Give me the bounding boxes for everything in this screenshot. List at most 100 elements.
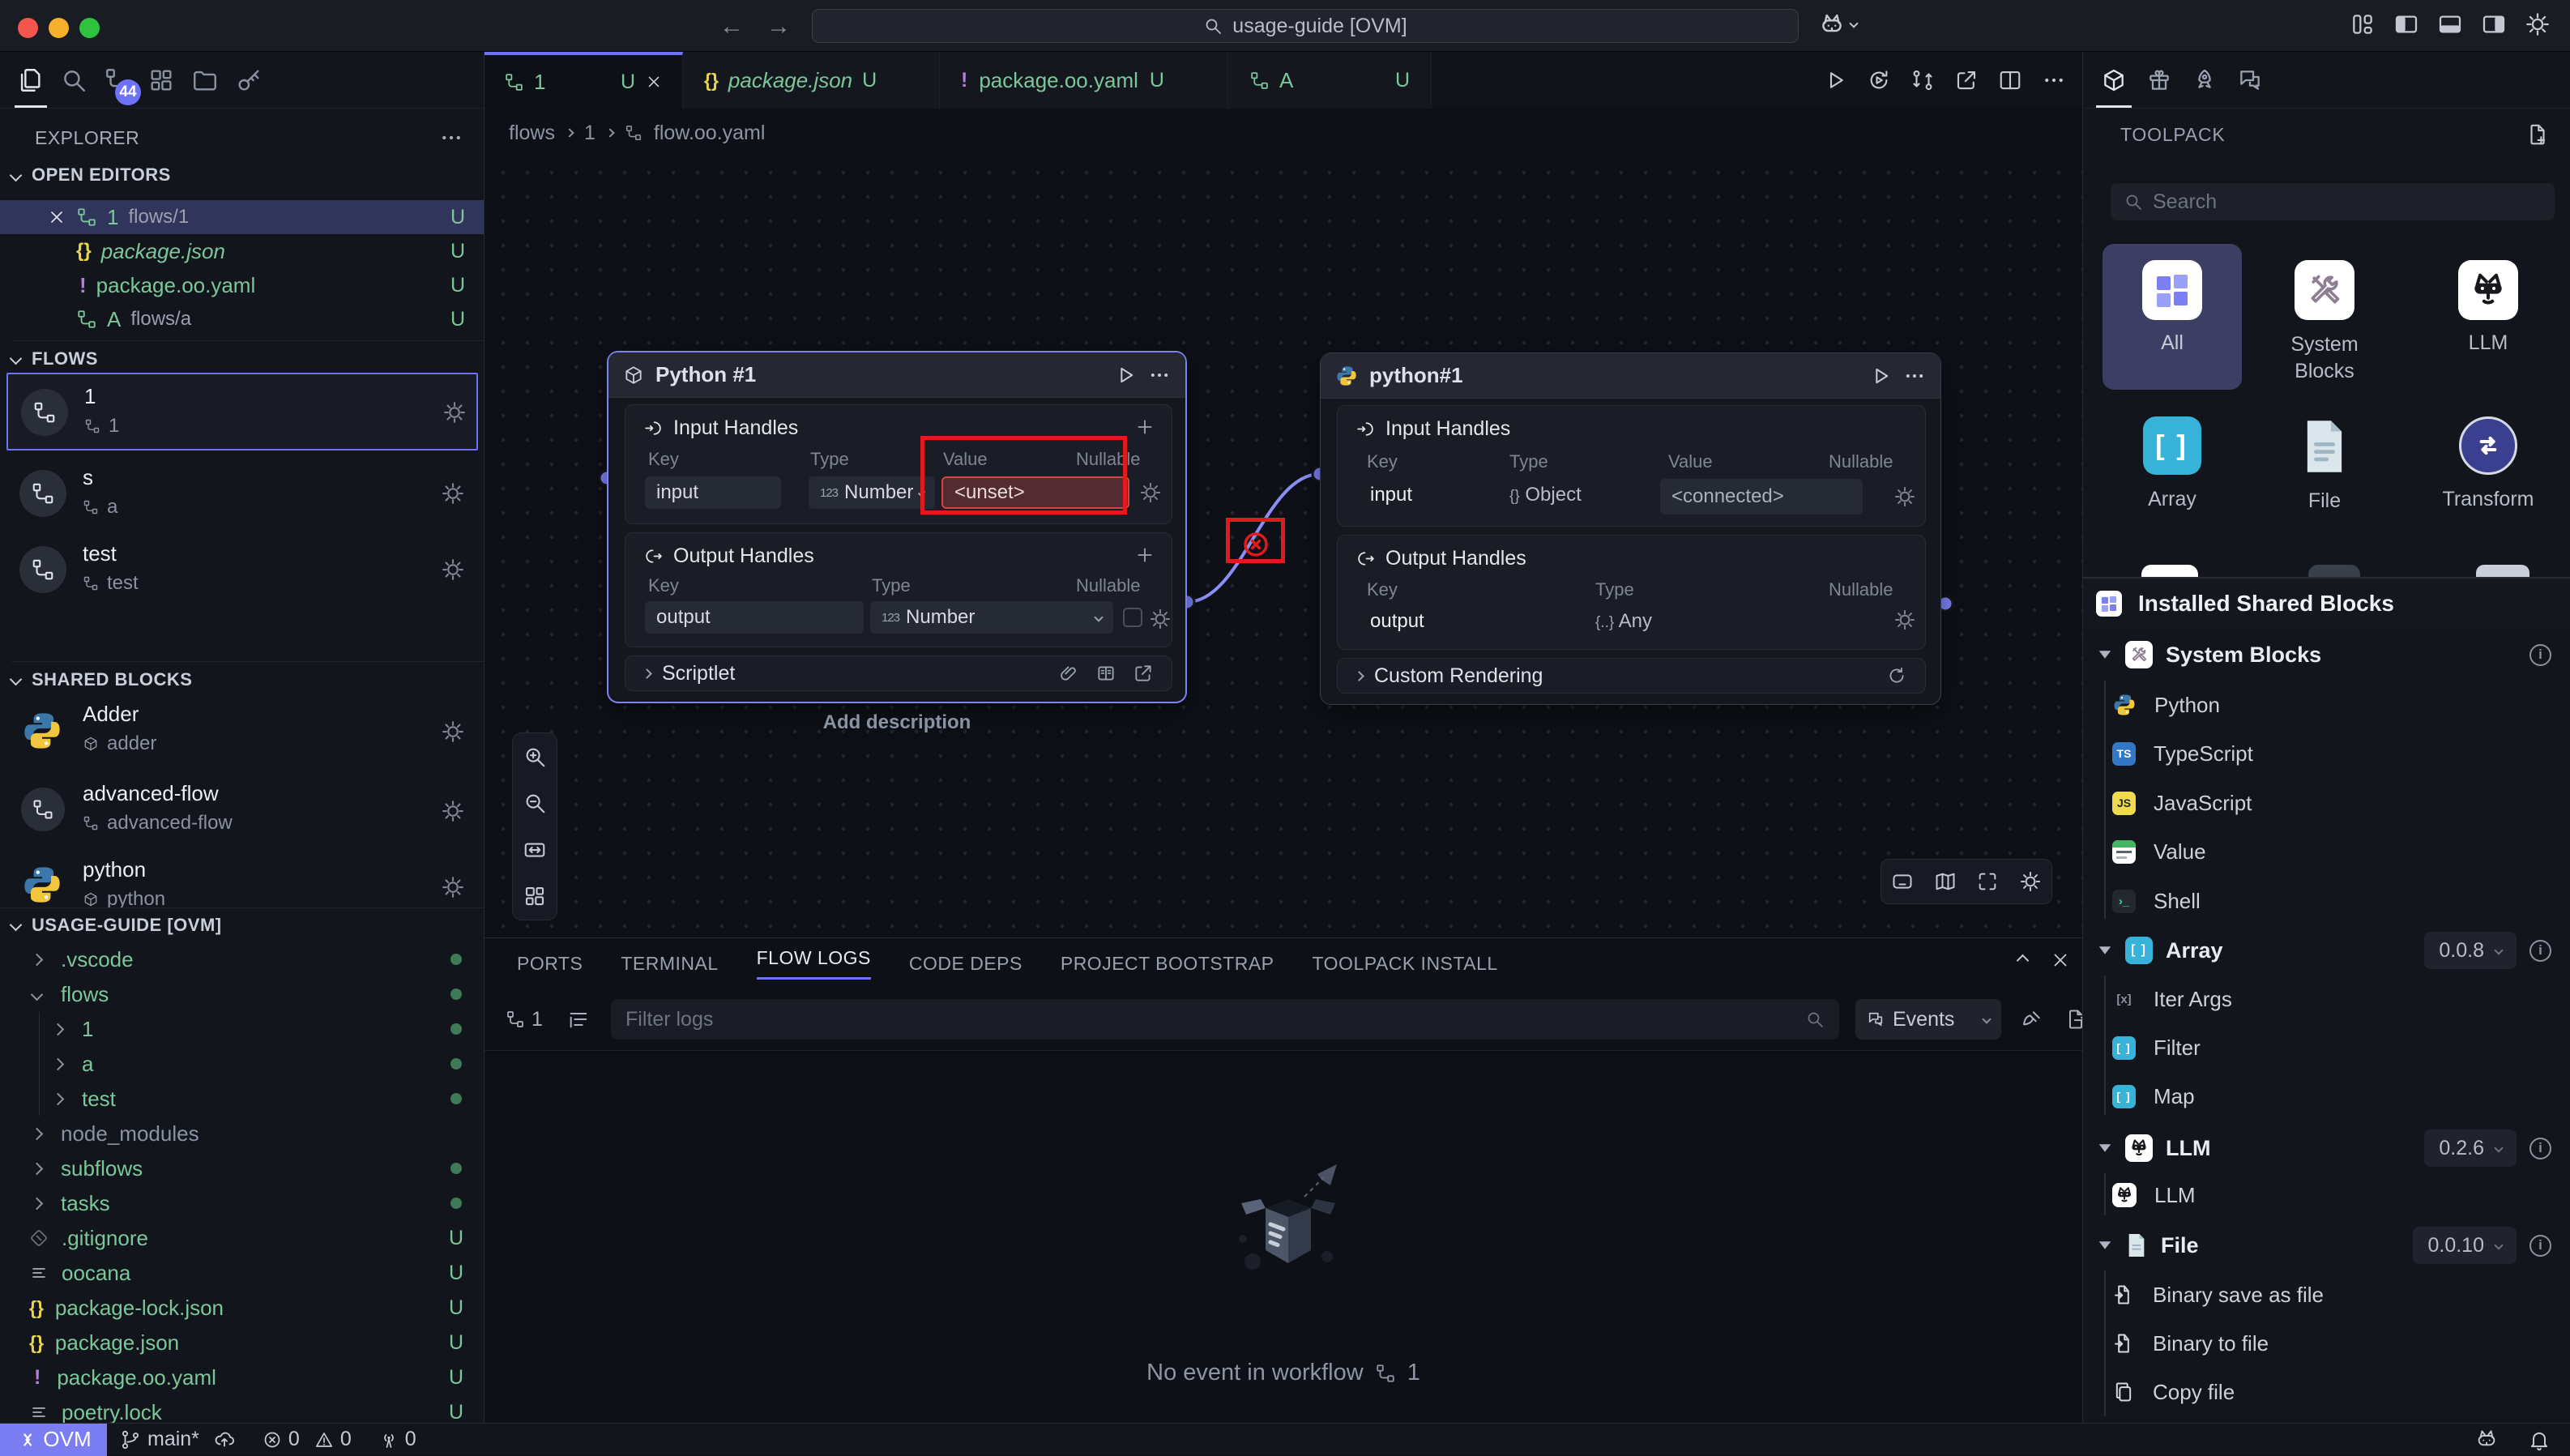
output-type-select[interactable]: 123 Number <box>870 601 1113 634</box>
nav-back-icon[interactable]: ← <box>719 13 744 41</box>
tree-item-subflows[interactable]: subflows <box>0 1151 485 1186</box>
node-more-icon[interactable] <box>1148 364 1171 386</box>
open-editor-flows-1[interactable]: 1 flows/1 U <box>0 200 485 234</box>
open-editor-package-oo-yaml[interactable]: ! package.oo.yaml U <box>0 268 485 302</box>
flow-card-1[interactable]: 1 1 <box>6 373 478 450</box>
custom-rendering-section[interactable]: Custom Rendering <box>1337 658 1926 694</box>
flows-section-title[interactable]: FLOWS <box>32 348 98 369</box>
breadcrumb[interactable]: flows 1 flow.oo.yaml <box>509 115 765 151</box>
events-filter-dropdown[interactable]: Events <box>1855 999 2001 1040</box>
new-toolpack-icon[interactable] <box>2525 122 2550 147</box>
nav-forward-icon[interactable]: → <box>766 13 791 41</box>
open-editors-title[interactable]: OPEN EDITORS <box>32 164 171 186</box>
block-item-llm[interactable]: LLM <box>2083 1171 2570 1219</box>
flow-scope-badge[interactable]: 1 <box>506 999 543 1040</box>
info-icon[interactable]: i <box>2529 644 2551 666</box>
ports-status[interactable]: 0 <box>379 1428 416 1451</box>
sync-icon[interactable] <box>214 1429 235 1450</box>
tree-item-package-oo-yaml[interactable]: ! package.oo.yaml U <box>0 1360 485 1395</box>
remote-indicator[interactable]: OVM <box>0 1424 107 1456</box>
marketplace-tab-icon[interactable] <box>2146 67 2172 93</box>
toolpack-tab-icon[interactable] <box>2101 67 2127 93</box>
command-center-search[interactable]: usage-guide [OVM] <box>812 9 1799 43</box>
split-editor-icon[interactable] <box>1998 68 2022 92</box>
minimap-toggle-icon[interactable] <box>1934 870 1957 893</box>
collapse-triangle-icon[interactable] <box>2099 946 2111 954</box>
zoom-out-icon[interactable] <box>523 791 547 815</box>
close-icon[interactable] <box>47 207 66 227</box>
fullscreen-icon[interactable] <box>1976 870 1999 893</box>
nullable-checkbox[interactable] <box>1123 608 1142 627</box>
flow-settings-icon[interactable] <box>441 481 465 506</box>
info-icon[interactable]: i <box>2529 940 2551 962</box>
breadcrumb-1[interactable]: 1 <box>584 122 596 145</box>
category-transform[interactable]: Transform <box>2418 416 2558 554</box>
collapse-triangle-icon[interactable] <box>2099 1144 2111 1152</box>
version-select[interactable]: 0.0.8 <box>2424 932 2517 969</box>
output-key-field[interactable]: output <box>645 601 864 634</box>
search-icon[interactable] <box>60 66 88 94</box>
block-item-shell[interactable]: ›_ Shell <box>2083 877 2570 925</box>
tree-item-flows[interactable]: flows <box>0 976 485 1012</box>
clear-logs-icon[interactable] <box>2021 1008 2043 1031</box>
panel-tab-project-bootstrap[interactable]: PROJECT BOOTSTRAP <box>1061 953 1274 975</box>
toolpack-searchbox[interactable] <box>2111 183 2555 220</box>
fit-view-icon[interactable] <box>523 838 547 862</box>
collapse-triangle-icon[interactable] <box>2099 1241 2111 1249</box>
flow-settings-icon[interactable] <box>442 400 467 425</box>
problems-status[interactable]: 0 0 <box>263 1428 352 1451</box>
settings-gear-icon[interactable] <box>2525 11 2551 37</box>
panel-maximize-icon[interactable] <box>2017 954 2030 967</box>
bootstrap-tab-icon[interactable] <box>2192 67 2218 93</box>
traffic-light-minimize[interactable] <box>49 18 69 38</box>
tab-package-json[interactable]: {} package.json U <box>683 52 940 109</box>
add-description-button[interactable]: Add description <box>775 711 1018 734</box>
tree-item-oocana[interactable]: oocana U <box>0 1255 485 1291</box>
scriptlet-section[interactable]: Scriptlet <box>625 655 1172 691</box>
input-type-select[interactable]: 123 Number <box>809 476 935 509</box>
open-editor-package-json[interactable]: {} package.json U <box>0 234 485 268</box>
canvas-settings-icon[interactable] <box>2019 870 2042 893</box>
notifications-bell-icon[interactable] <box>2528 1428 2551 1451</box>
shared-settings-icon[interactable] <box>441 875 465 899</box>
keys-icon[interactable] <box>235 66 263 94</box>
node-more-icon[interactable] <box>1903 365 1926 387</box>
block-item-binary-to-file[interactable]: Binary to file <box>2083 1319 2570 1368</box>
docs-icon[interactable] <box>1095 663 1116 684</box>
info-icon[interactable]: i <box>2529 1235 2551 1257</box>
panel-tab-flow-logs[interactable]: FLOW LOGS <box>757 947 871 980</box>
traffic-light-close[interactable] <box>18 18 38 38</box>
version-select[interactable]: 0.2.6 <box>2424 1129 2517 1167</box>
input-key-field[interactable]: input <box>645 476 781 509</box>
group-llm[interactable]: LLM 0.2.6 i <box>2083 1126 2570 1170</box>
shared-block-advanced-flow[interactable]: advanced-flow advanced-flow <box>6 779 478 843</box>
section-chevron-icon[interactable] <box>10 673 23 686</box>
open-editor-flows-a[interactable]: A flows/a U <box>0 302 485 336</box>
add-output-icon[interactable] <box>1134 544 1155 566</box>
category-file[interactable]: File <box>2255 416 2394 554</box>
feedback-tab-icon[interactable] <box>2237 67 2263 93</box>
node-run-icon[interactable] <box>1114 364 1137 386</box>
category-array[interactable]: [ ] Array <box>2103 416 2242 554</box>
collapse-triangle-icon[interactable] <box>2099 651 2111 659</box>
auto-layout-icon[interactable] <box>523 884 547 908</box>
flow-card-s[interactable]: s a <box>6 459 478 530</box>
attach-icon[interactable] <box>1058 663 1079 684</box>
block-item-python[interactable]: Python <box>2083 681 2570 729</box>
category-system-blocks[interactable]: System Blocks <box>2255 244 2394 390</box>
handle-settings-icon[interactable] <box>1139 481 1162 504</box>
editor-more-icon[interactable] <box>2042 68 2066 92</box>
shared-block-python[interactable]: python python <box>6 856 478 907</box>
traffic-light-zoom[interactable] <box>79 18 100 38</box>
section-chevron-icon[interactable] <box>10 169 23 181</box>
block-item-map[interactable]: [ ] Map <box>2083 1072 2570 1121</box>
input-value-field[interactable]: <connected> <box>1660 479 1863 515</box>
more-actions-icon[interactable] <box>439 126 463 150</box>
block-item-binary-save-as-file[interactable]: Binary save as file <box>2083 1270 2570 1319</box>
tab-package-oo-yaml[interactable]: ! package.oo.yaml U <box>940 52 1228 109</box>
rerun-icon[interactable] <box>1867 68 1891 92</box>
toolpack-search-input[interactable] <box>2153 190 2542 214</box>
tree-item-vscode[interactable]: .vscode <box>0 941 485 977</box>
console-toggle-icon[interactable] <box>1891 870 1914 893</box>
tab-flow-a[interactable]: A U <box>1228 52 1432 109</box>
